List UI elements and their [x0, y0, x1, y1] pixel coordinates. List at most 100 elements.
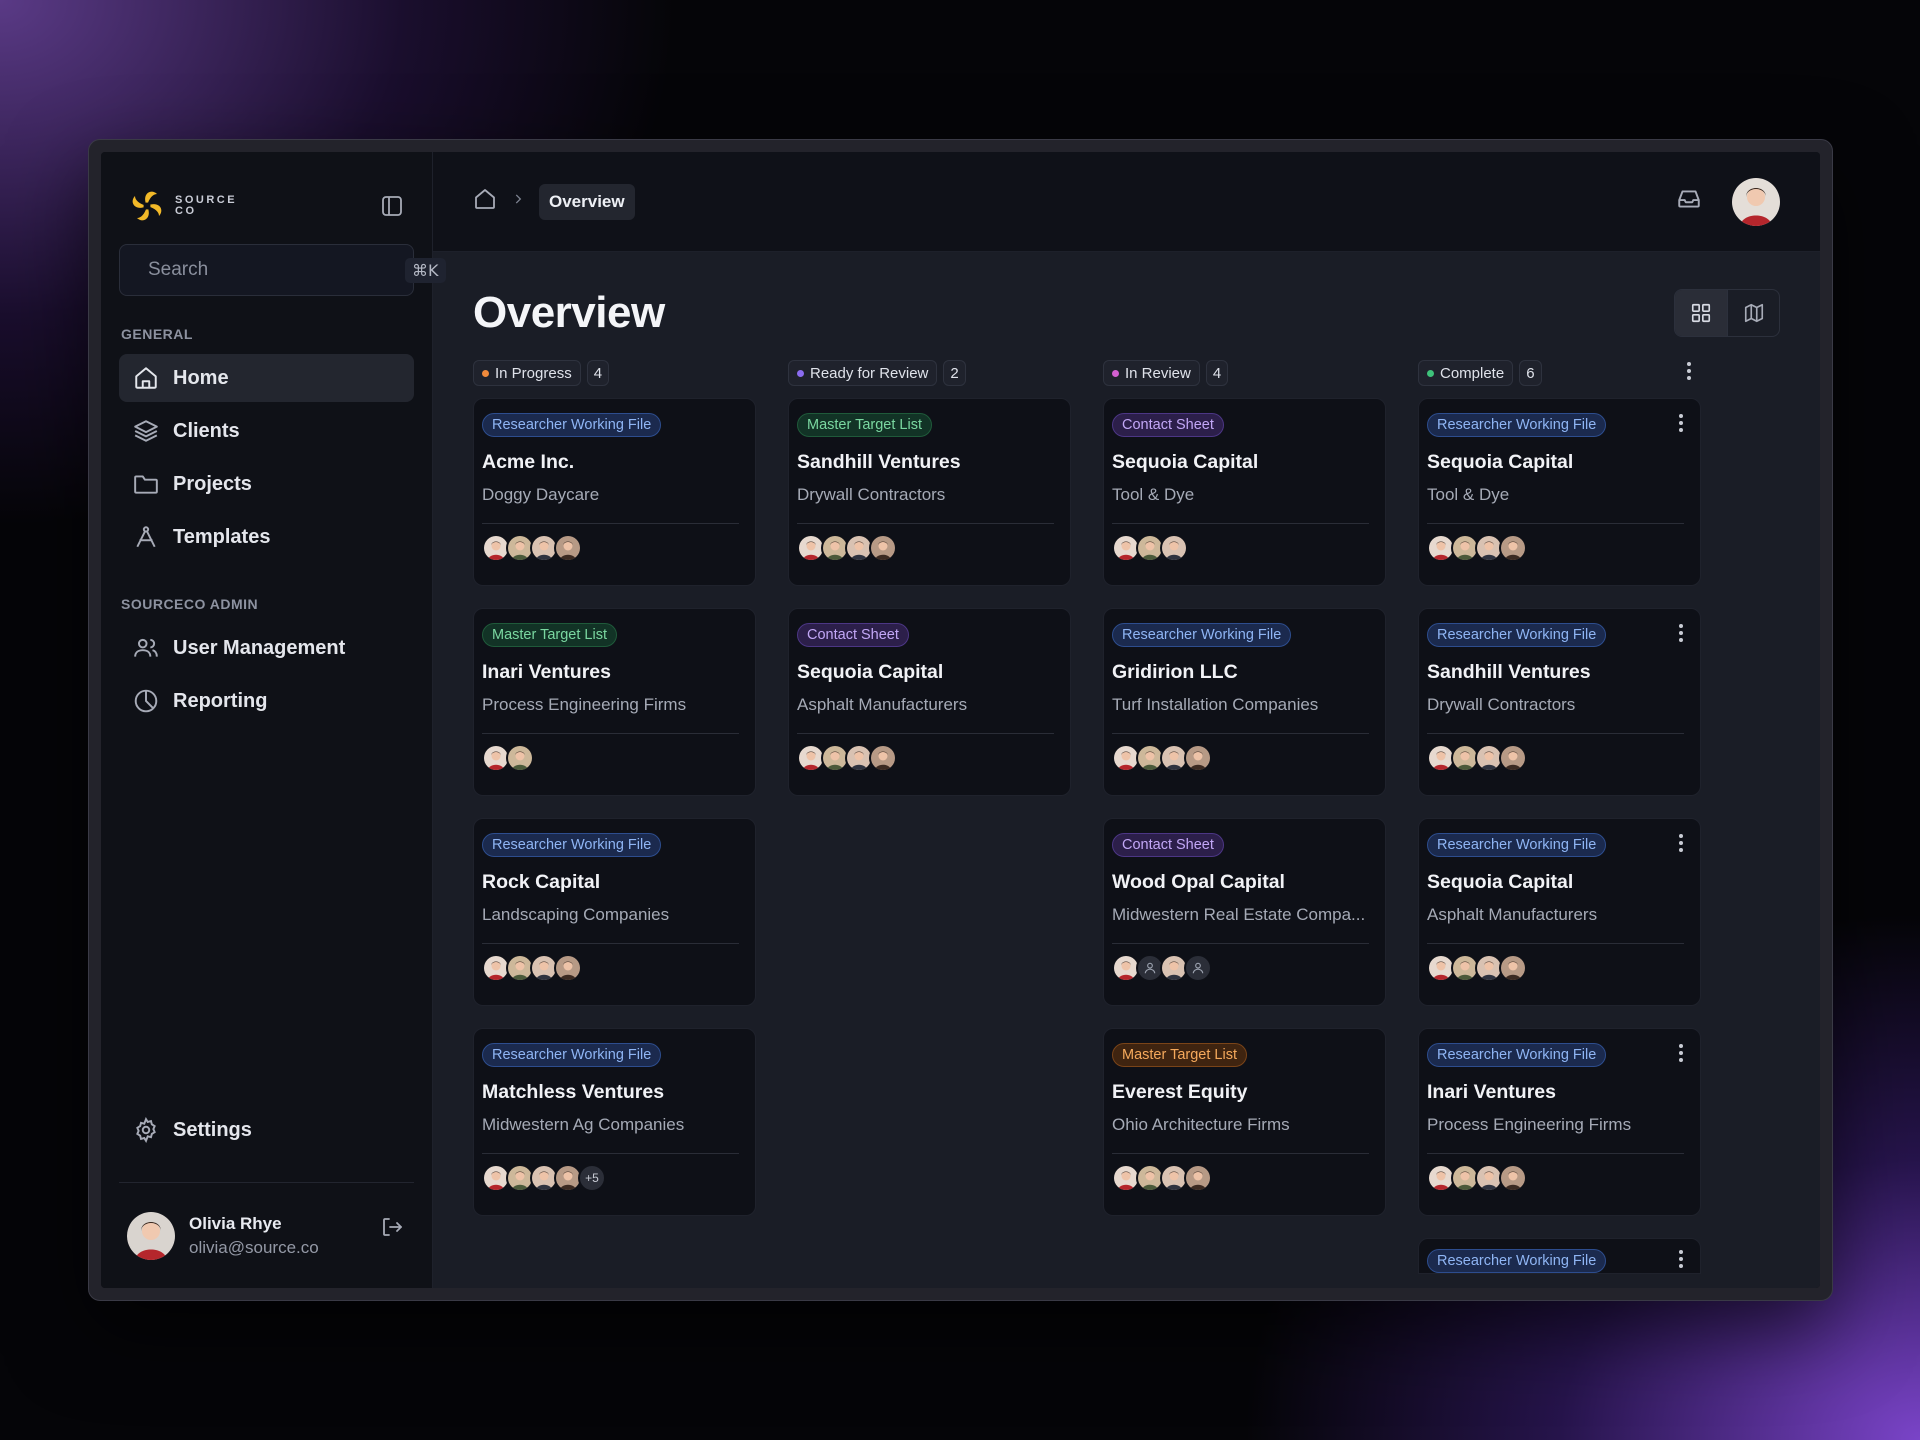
file-type-tag: Master Target List	[1112, 1043, 1247, 1067]
project-card[interactable]: Researcher Working File Sequoia Capital …	[1418, 818, 1701, 1006]
status-pill[interactable]: In Progress	[473, 360, 581, 386]
grid-icon	[1691, 303, 1711, 323]
card-subtitle: Asphalt Manufacturers	[1427, 905, 1598, 924]
project-card[interactable]: Researcher Working File Gridirion LLC Tu…	[1103, 608, 1386, 796]
card-more-button[interactable]	[1672, 413, 1690, 437]
logo[interactable]: SOURCE CO	[127, 186, 237, 226]
status-count: 6	[1519, 360, 1542, 386]
sidebar-panel-icon	[382, 196, 402, 216]
assignee-avatars	[482, 744, 747, 772]
view-toggle	[1674, 289, 1780, 337]
card-subtitle: Midwestern Ag Companies	[482, 1115, 685, 1134]
project-card[interactable]: Researcher Working File	[1418, 1238, 1701, 1274]
divider	[482, 523, 739, 524]
assignee-avatars	[1427, 1164, 1692, 1192]
search-input[interactable]	[148, 259, 393, 281]
avatar[interactable]	[127, 1211, 175, 1260]
file-type-tag: Master Target List	[482, 623, 617, 647]
sidebar-item-templates[interactable]: Templates	[119, 513, 414, 561]
project-card[interactable]: Researcher Working File Sequoia Capital …	[1418, 398, 1701, 586]
page-title: Overview	[473, 288, 665, 337]
status-label: Complete	[1440, 364, 1505, 382]
project-card[interactable]: Researcher Working File Acme Inc. Doggy …	[473, 398, 756, 586]
card-title: Rock Capital	[482, 871, 601, 893]
card-title: Sandhill Ventures	[797, 451, 961, 473]
card-more-button[interactable]	[1672, 623, 1690, 647]
assignee-avatars	[797, 744, 1062, 772]
project-card[interactable]: Contact Sheet Sequoia Capital Asphalt Ma…	[788, 608, 1071, 796]
card-title: Sequoia Capital	[1427, 451, 1574, 473]
status-dot	[1427, 369, 1434, 377]
assignee-avatars	[1427, 744, 1692, 772]
project-card[interactable]: Master Target List Sandhill Ventures Dry…	[788, 398, 1071, 586]
project-card[interactable]: Researcher Working File Sandhill Venture…	[1418, 608, 1701, 796]
file-type-tag: Researcher Working File	[482, 1043, 662, 1067]
card-title: Inari Ventures	[1427, 1081, 1556, 1103]
board-column: In Progress 4 Researcher Working File Ac…	[473, 360, 756, 1288]
logout-button[interactable]	[378, 1213, 406, 1241]
topbar: Overview	[433, 152, 1820, 252]
file-type-tag: Contact Sheet	[797, 623, 909, 647]
sidebar-toggle-button[interactable]	[378, 192, 406, 220]
project-card[interactable]: Contact Sheet Sequoia Capital Tool & Dye	[1103, 398, 1386, 586]
search-box[interactable]: ⌘K	[119, 244, 446, 296]
sidebar-item-reporting[interactable]: Reporting	[119, 677, 414, 725]
status-pill[interactable]: Ready for Review	[788, 360, 938, 386]
gear-icon	[133, 1117, 159, 1143]
user-info: Olivia Rhye olivia@source.co	[189, 1214, 364, 1258]
assignee-avatars	[1427, 534, 1692, 562]
map-view-button[interactable]	[1727, 290, 1779, 336]
avatar	[554, 534, 582, 562]
sidebar-item-home[interactable]: Home	[119, 354, 414, 402]
board-column: Complete 6 Researcher Working File Sequo…	[1418, 360, 1701, 1288]
project-card[interactable]: Contact Sheet Wood Opal Capital Midweste…	[1103, 818, 1386, 1006]
column-more-button[interactable]	[1679, 361, 1699, 384]
card-subtitle: Tool & Dye	[1427, 485, 1510, 504]
file-type-tag: Researcher Working File	[1427, 1043, 1607, 1067]
file-type-tag: Master Target List	[797, 413, 932, 437]
card-subtitle: Tool & Dye	[1112, 485, 1195, 504]
card-more-button[interactable]	[1672, 1043, 1690, 1067]
status-label: In Review	[1125, 364, 1191, 382]
divider	[1427, 733, 1684, 734]
card-subtitle: Turf Installation Companies	[1112, 695, 1319, 714]
sidebar-item-user-management[interactable]: User Management	[119, 624, 414, 672]
divider	[482, 733, 739, 734]
sidebar-item-label: Clients	[173, 419, 240, 442]
sidebar-item-projects[interactable]: Projects	[119, 460, 414, 508]
sidebar-item-label: Templates	[173, 525, 271, 548]
breadcrumb-home-icon[interactable]	[473, 187, 497, 216]
inbox-icon[interactable]	[1676, 186, 1702, 217]
avatar[interactable]	[1732, 177, 1780, 226]
avatar	[1184, 1164, 1212, 1192]
project-card[interactable]: Researcher Working File Inari Ventures P…	[1418, 1028, 1701, 1216]
sidebar-item-settings[interactable]: Settings	[119, 1106, 414, 1154]
file-type-tag: Researcher Working File	[1427, 623, 1607, 647]
project-card[interactable]: Master Target List Inari Ventures Proces…	[473, 608, 756, 796]
status-count: 4	[586, 360, 610, 386]
user-name: Olivia Rhye	[189, 1213, 282, 1233]
project-card[interactable]: Researcher Working File Rock Capital Lan…	[473, 818, 756, 1006]
more-vertical-icon	[1678, 833, 1684, 858]
sidebar-item-clients[interactable]: Clients	[119, 407, 414, 455]
status-pill[interactable]: Complete	[1418, 360, 1514, 386]
card-subtitle: Landscaping Companies	[482, 905, 670, 924]
file-type-tag: Researcher Working File	[482, 413, 662, 437]
breadcrumb-current[interactable]: Overview	[539, 183, 635, 220]
column-header: In Review 4	[1103, 360, 1386, 386]
avatar	[869, 744, 897, 772]
status-label: Ready for Review	[810, 364, 929, 382]
avatar	[869, 534, 897, 562]
folder-icon	[133, 471, 159, 497]
title-row: Overview	[473, 286, 1780, 340]
grid-view-button[interactable]	[1675, 290, 1727, 336]
card-more-button[interactable]	[1672, 1249, 1690, 1273]
card-more-button[interactable]	[1672, 833, 1690, 857]
project-card[interactable]: Master Target List Everest Equity Ohio A…	[1103, 1028, 1386, 1216]
app: SOURCE CO ⌘K GENERAL	[101, 152, 1820, 1288]
sidebar-item-label: Projects	[173, 472, 252, 495]
home-icon	[133, 365, 159, 391]
logo-row: SOURCE CO	[119, 176, 414, 236]
status-pill[interactable]: In Review	[1103, 360, 1200, 386]
project-card[interactable]: Researcher Working File Matchless Ventur…	[473, 1028, 756, 1216]
